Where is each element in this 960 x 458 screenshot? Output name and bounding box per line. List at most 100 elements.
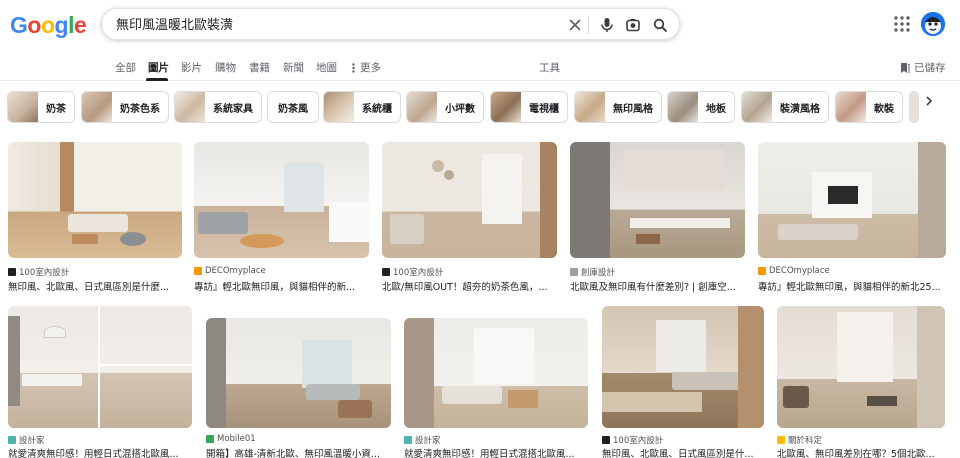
chip-thumbnail	[742, 92, 772, 122]
tab-all[interactable]: 全部	[115, 60, 136, 75]
image-result[interactable]: 100室內設計 無印風、北歐風、日式風區別是什...	[602, 306, 764, 458]
window-shape	[284, 162, 324, 212]
chip-item[interactable]: 軟裝	[835, 91, 903, 123]
source-label: 設計家	[19, 436, 45, 446]
logo-letter: o	[40, 12, 55, 38]
sofa-shape	[778, 224, 858, 240]
chip-label: 電視櫃	[529, 103, 559, 115]
chip-thumbnail	[82, 92, 112, 122]
google-logo[interactable]: Google	[10, 12, 87, 39]
sofa-shape	[442, 386, 502, 404]
chip-thumbnail	[324, 92, 354, 122]
chip-label: 地板	[706, 103, 726, 115]
chip-label: 奶茶風	[278, 103, 308, 115]
site-favicon	[404, 436, 412, 444]
chip-item[interactable]: 系統櫃	[323, 91, 401, 123]
chip-label: 無印風格	[613, 103, 653, 115]
tab-books[interactable]: 書籍	[249, 60, 270, 75]
tab-more-label: 更多	[360, 62, 381, 74]
result-title: 北歐風及無印風有什麼差別? | 創庫空...	[570, 282, 736, 293]
chip-item[interactable]: 小坪數	[406, 91, 484, 123]
result-source: Mobile01	[206, 434, 256, 444]
result-thumbnail	[8, 142, 182, 258]
chip-item[interactable]: 奶茶色系	[81, 91, 169, 123]
lamp-shape	[432, 160, 444, 172]
image-result[interactable]: DECOmyplace 專訪』輕北歐無印風，與貓相伴的新北25...	[758, 142, 946, 293]
source-label: 設計家	[415, 436, 441, 446]
chip-thumbnail	[668, 92, 698, 122]
source-label: 創庫設計	[581, 268, 616, 278]
result-title: 北歐風、無印風差別在哪？5個北歐...	[777, 449, 935, 458]
related-chips: 奶茶 奶茶色系 系統家具 奶茶風 系統櫃 小坪數 電視櫃 無印風格 地板 裝潢風…	[0, 91, 960, 123]
tab-news[interactable]: 新聞	[283, 60, 304, 75]
chip-item[interactable]: 奶茶	[7, 91, 75, 123]
tab-more[interactable]: 更多	[352, 60, 381, 75]
search-divider	[588, 16, 589, 34]
window-shape	[837, 312, 893, 382]
result-source: 設計家	[404, 434, 441, 446]
table-shape	[72, 234, 98, 244]
result-thumbnail	[8, 306, 192, 428]
image-result[interactable]: 100室內設計 無印風、北歐風、日式風區別是什麼...	[8, 142, 182, 293]
search-tabs: 全部 圖片 影片 購物 書籍 新聞 地圖 更多 工具 已儲存	[0, 52, 960, 81]
lens-icon[interactable]	[624, 16, 642, 34]
site-favicon	[570, 268, 578, 276]
tab-videos[interactable]: 影片	[181, 60, 202, 75]
chip-item[interactable]: 地板	[667, 91, 735, 123]
result-title: 無印風、北歐風、日式風區別是什...	[602, 449, 754, 458]
tab-shopping[interactable]: 購物	[215, 60, 236, 75]
chip-item[interactable]: 無印風格	[574, 91, 662, 123]
chip-item[interactable]: 奶茶風	[267, 91, 319, 123]
image-result[interactable]: DECOmyplace 專訪』輕北歐無印風，與貓相伴的新...	[194, 142, 369, 293]
avatar-icon[interactable]	[921, 12, 945, 36]
result-thumbnail	[206, 318, 391, 428]
source-label: 關於科定	[788, 436, 823, 446]
search-input[interactable]	[116, 16, 536, 31]
site-favicon	[758, 267, 766, 275]
tab-images[interactable]: 圖片	[148, 60, 169, 75]
tools-button[interactable]: 工具	[539, 60, 560, 75]
image-result[interactable]: 設計家 就愛清爽無印感！用輕日式混搭北歐風...	[404, 318, 588, 458]
image-result[interactable]: 100室內設計 北歐/無印風OUT！超夯的奶茶色風，...	[382, 142, 557, 293]
cabinet-shape	[624, 150, 724, 190]
image-result[interactable]: 設計家 就愛清爽無印感！用輕日式混搭北歐風...	[8, 306, 192, 458]
apps-grid-icon[interactable]	[893, 15, 911, 33]
chip-thumbnail	[491, 92, 521, 122]
chair-shape	[783, 386, 809, 408]
result-thumbnail	[570, 142, 745, 258]
header: Google	[0, 0, 960, 52]
result-source: 創庫設計	[570, 266, 615, 278]
chip-thumbnail	[8, 92, 38, 122]
tv-shape	[828, 186, 858, 204]
chip-item[interactable]: 系統家具	[174, 91, 262, 123]
image-result[interactable]: Mobile01 開箱】高雄-清新北歐、無印風溫暖小資...	[206, 318, 391, 458]
result-thumbnail	[382, 142, 557, 258]
close-icon[interactable]	[566, 16, 584, 34]
mic-icon[interactable]	[598, 16, 616, 34]
result-source: 100室內設計	[8, 266, 69, 278]
image-result[interactable]: 關於科定 北歐風、無印風差別在哪？5個北歐...	[777, 306, 945, 458]
wall-shape	[570, 142, 610, 258]
window-shape	[474, 328, 534, 384]
chevron-right-icon[interactable]	[918, 90, 940, 112]
lamp-shape	[44, 326, 66, 338]
tab-maps[interactable]: 地圖	[316, 60, 337, 75]
chip-label: 裝潢風格	[780, 103, 820, 115]
window-shape	[302, 340, 352, 388]
image-result[interactable]: 創庫設計 北歐風及無印風有什麼差別? | 創庫空...	[570, 142, 745, 293]
site-favicon	[194, 267, 202, 275]
search-icon[interactable]	[651, 16, 669, 34]
chip-item[interactable]: 電視櫃	[490, 91, 568, 123]
chip-item[interactable]: 裝潢風格	[741, 91, 829, 123]
curtain-shape	[918, 142, 946, 258]
more-vert-icon	[352, 62, 355, 73]
saved-button[interactable]: 已儲存	[900, 60, 946, 75]
chair-shape	[338, 400, 372, 418]
window-shape	[656, 320, 706, 372]
chip-thumbnail	[175, 92, 205, 122]
chip-thumbnail	[407, 92, 437, 122]
chip-label: 小坪數	[445, 103, 475, 115]
bench-shape	[630, 218, 730, 228]
result-source: 設計家	[8, 434, 45, 446]
logo-letter: e	[73, 12, 87, 38]
